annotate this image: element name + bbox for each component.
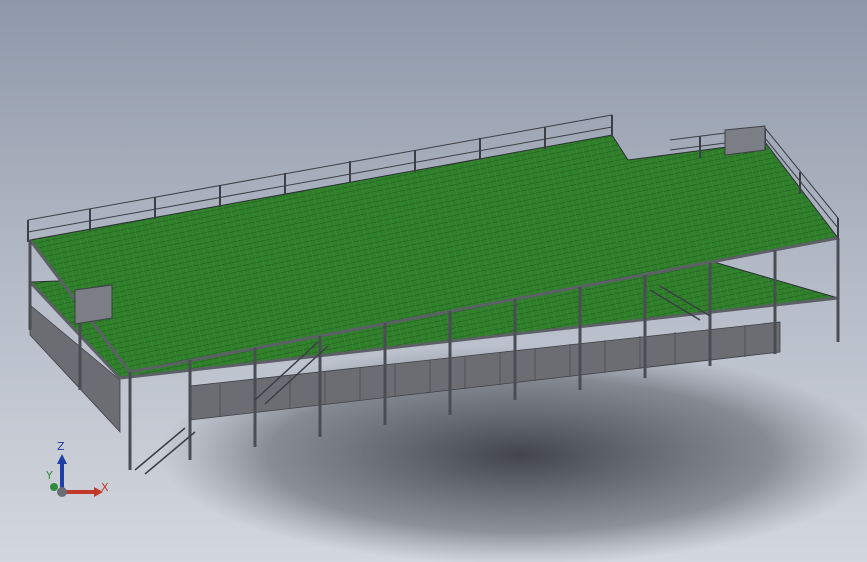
x-axis-label: X [101,481,109,494]
coordinate-triad: Z Y X [38,440,118,510]
triad-origin [57,487,67,497]
graphics-viewport[interactable]: Z Y X [0,0,867,562]
z-axis-label: Z [57,440,65,453]
y-axis-label: Y [46,469,53,482]
steel-platform-model[interactable] [0,0,867,562]
z-axis-arrow [57,454,67,464]
y-axis-dot [50,483,58,491]
